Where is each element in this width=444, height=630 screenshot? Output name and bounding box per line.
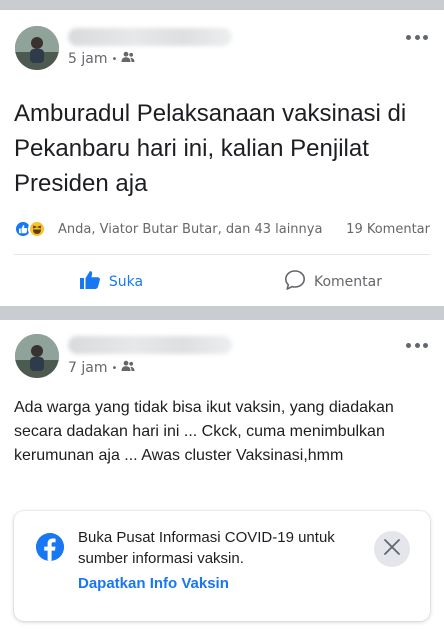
post-meta: 5 jam • — [68, 51, 135, 67]
avatar-photo — [15, 334, 59, 378]
reaction-icons — [14, 219, 54, 239]
facebook-logo-icon — [36, 533, 64, 561]
more-options-icon[interactable] — [406, 32, 428, 42]
reactions-people: Anda, Viator Butar Butar, dan 43 lainnya — [58, 221, 323, 237]
avatar[interactable] — [15, 334, 59, 378]
get-vaccine-info-link[interactable]: Dapatkan Info Vaksin — [78, 575, 229, 592]
post-meta: 7 jam • — [68, 360, 135, 376]
post-time[interactable]: 5 jam — [68, 51, 107, 67]
meta-separator: • — [111, 362, 118, 374]
comment-icon — [284, 269, 306, 295]
divider — [14, 254, 430, 255]
avatar-photo — [15, 26, 59, 70]
post-actions: Suka Komentar — [0, 262, 444, 302]
like-label: Suka — [108, 274, 144, 290]
close-button[interactable] — [374, 531, 410, 567]
thumbs-up-icon — [79, 270, 101, 294]
feed-separator — [0, 0, 444, 10]
more-options-icon[interactable] — [406, 340, 428, 350]
avatar[interactable] — [15, 26, 59, 70]
post-text: Amburadul Pelaksanaan vaksinasi di Pekan… — [14, 100, 407, 197]
author-name-blurred[interactable] — [68, 336, 232, 354]
covid-info-box: Buka Pusat Informasi COVID-19 untuk sumb… — [14, 511, 430, 621]
meta-separator: • — [111, 53, 118, 65]
friends-audience-icon — [121, 360, 135, 376]
close-icon — [383, 538, 401, 560]
post-text: Ada warga yang tidak bisa ikut vaksin, y… — [14, 399, 394, 464]
like-button[interactable]: Suka — [0, 262, 222, 302]
post-card: 7 jam • Ada warga yang tidak bisa ikut v… — [0, 320, 444, 630]
reactions-summary[interactable]: Anda, Viator Butar Butar, dan 43 lainnya… — [14, 219, 430, 239]
info-box-title: Buka Pusat Informasi COVID-19 untuk sumb… — [78, 529, 335, 567]
comment-button[interactable]: Komentar — [222, 262, 444, 302]
friends-audience-icon — [121, 51, 135, 67]
news-feed: 5 jam • Amburadul Pelaksanaan vaksinasi … — [0, 0, 444, 630]
post-card: 5 jam • Amburadul Pelaksanaan vaksinasi … — [0, 10, 444, 306]
comment-label: Komentar — [314, 274, 382, 290]
comments-count[interactable]: 19 Komentar — [346, 222, 430, 237]
haha-reaction-icon — [28, 220, 46, 238]
post-time[interactable]: 7 jam — [68, 360, 107, 376]
author-name-blurred[interactable] — [68, 28, 232, 46]
